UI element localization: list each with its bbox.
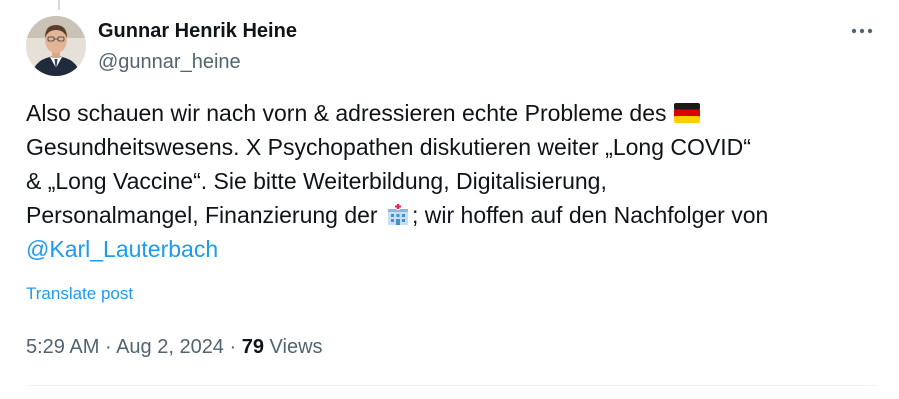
views-label: Views: [269, 336, 323, 358]
author-handle[interactable]: @gunnar_heine: [98, 50, 241, 74]
post-text-segment: Personalmangel, Finanzierung der: [26, 202, 378, 228]
post-text-line: @Karl_Lauterbach: [26, 232, 886, 266]
post-text-line: Gesundheitswesens. X Psychopathen diskut…: [26, 130, 886, 164]
divider: [26, 385, 877, 386]
meta-separator: ·: [223, 336, 242, 358]
mention-link[interactable]: @Karl_Lauterbach: [26, 236, 218, 262]
thread-connector-line: [58, 0, 60, 10]
post-text-line: Also schauen wir nach vorn & adressieren…: [26, 96, 886, 130]
post-text-segment: & „Long Vaccine“. Sie bitte Weiterbildun…: [26, 168, 607, 194]
avatar[interactable]: [26, 16, 86, 76]
post-text: Also schauen wir nach vorn & adressieren…: [26, 96, 886, 266]
avatar-image: [26, 16, 86, 76]
hospital-icon: [387, 204, 408, 225]
post-text-line: Personalmangel, Finanzierung der ; wir h…: [26, 198, 886, 232]
post-metadata: 5:29 AM · Aug 2, 2024 · 79 Views: [26, 333, 323, 361]
post-text-segment: Also schauen wir nach vorn & adressieren…: [26, 100, 667, 126]
post-time[interactable]: 5:29 AM: [26, 336, 99, 358]
post-text-segment: ; wir hoffen auf den Nachfolger von: [411, 202, 769, 228]
more-dots-icon: [851, 28, 873, 34]
meta-separator: ·: [99, 336, 117, 358]
post-text-segment: Gesundheitswesens. X Psychopathen diskut…: [26, 134, 751, 160]
translate-post-link[interactable]: Translate post: [26, 283, 133, 305]
germany-flag-icon: [673, 103, 700, 123]
post-date[interactable]: Aug 2, 2024: [116, 336, 224, 358]
post-text-line: & „Long Vaccine“. Sie bitte Weiterbildun…: [26, 164, 886, 198]
more-options-button[interactable]: [845, 18, 879, 44]
author-display-name[interactable]: Gunnar Henrik Heine: [98, 19, 297, 43]
views-count[interactable]: 79: [242, 336, 264, 358]
